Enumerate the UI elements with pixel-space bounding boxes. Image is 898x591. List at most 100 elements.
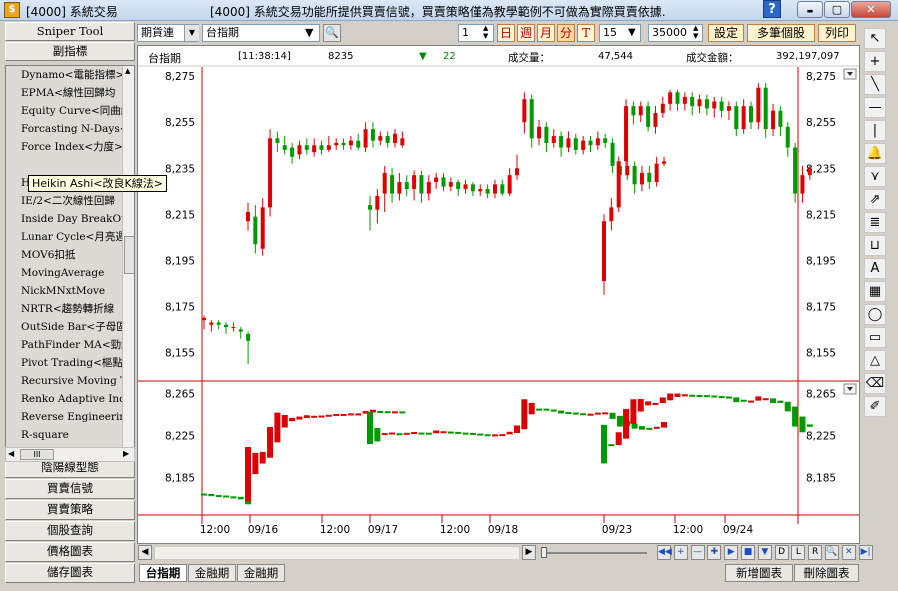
tab-finance-futures[interactable]: 金融期 [188, 564, 236, 582]
r-button[interactable]: R [808, 545, 823, 560]
pointer-tool-icon[interactable]: ↖ [864, 28, 886, 49]
move-icon[interactable]: ✚ [707, 545, 722, 560]
tab-taiex-futures[interactable]: 台指期 [139, 564, 187, 582]
indicator-item[interactable]: IE/2<二次線性回歸 [21, 192, 123, 210]
month-button[interactable]: 月 [537, 24, 555, 42]
indicator-hscroll[interactable]: ◀ III ▶ [5, 447, 135, 462]
crosshair-tool-icon[interactable]: + [864, 51, 886, 72]
chart-canvas[interactable]: 8,275 8,2758,255 8,2558,235 8,2358,215 8,215… [138, 46, 859, 543]
fan-tool-icon[interactable]: ⋎ [864, 166, 886, 187]
indicator-item[interactable]: Reverse Engineering [21, 408, 123, 426]
play-icon[interactable]: ▶ [724, 545, 739, 560]
help-button[interactable]: ? [763, 0, 781, 18]
settings-button[interactable]: 設定 [708, 24, 744, 42]
symbol-select[interactable]: 台指期 ▼ [202, 24, 320, 42]
search-button[interactable]: 🔍 [323, 24, 341, 42]
sniper-tool-button[interactable]: Sniper Tool [5, 22, 135, 41]
heikin-ashi-bar [587, 413, 594, 416]
bell-tool-icon[interactable]: 🔔 [864, 143, 886, 164]
zoom-in-icon[interactable]: + [673, 545, 688, 560]
spin-icon: ▲ ▼ [483, 24, 489, 40]
scroll-right-button[interactable]: ▶ [522, 545, 536, 560]
indicator-item[interactable]: Force Index<力度> [21, 138, 123, 156]
period-count-stepper[interactable]: 1 ▲ ▼ [458, 24, 494, 42]
indicator-item[interactable]: Lunar Cycle<月亮週 [21, 228, 123, 246]
indicator-item[interactable]: Forcasting N-Days< [21, 120, 123, 138]
A-tool-icon[interactable]: A [864, 258, 886, 279]
eraser2-tool-icon[interactable]: ✐ [864, 396, 886, 417]
multi-stock-button[interactable]: 多筆個股 [747, 24, 815, 42]
vline-tool-icon[interactable]: | [864, 120, 886, 141]
indicator-item[interactable]: MOV6扣抵 [21, 246, 123, 264]
minimize-button[interactable]: ▬ [797, 1, 823, 18]
minute-button[interactable]: 分 [557, 24, 575, 42]
hscroll-thumb[interactable]: III [20, 449, 54, 460]
last-icon[interactable]: ▶| [858, 545, 873, 560]
week-button[interactable]: 週 [517, 24, 535, 42]
maximize-button[interactable]: ▢ [824, 1, 850, 18]
scroll-right-icon[interactable]: ▶ [123, 449, 129, 458]
indicator-item[interactable]: Pivot Trading<樞點 [21, 354, 123, 372]
indicator-vscroll[interactable]: ▲▼ [122, 66, 134, 461]
price-chart-button[interactable]: 價格圖表 [5, 542, 135, 562]
text-box-tool-icon[interactable]: ≣ [864, 212, 886, 233]
magnify-icon[interactable]: 🔍 [825, 545, 839, 560]
indicator-item[interactable]: PathFinder MA<勁線 [21, 336, 123, 354]
scroll-thumb[interactable] [124, 236, 134, 274]
corner-tool-icon[interactable]: ⊔ [864, 235, 886, 256]
grid-tool-icon[interactable]: ▦ [864, 281, 886, 302]
y-tick-label-left: 8,275 [165, 71, 195, 83]
contract-select[interactable]: 期貨連 ▼ [137, 24, 199, 42]
bars-stepper[interactable]: 35000 ▲ ▼ [648, 24, 703, 42]
arrows-tool-icon[interactable]: ⇗ [864, 189, 886, 210]
sub-indicator-button[interactable]: 副指標 [5, 42, 135, 61]
zoom-out-icon[interactable]: — [690, 545, 705, 560]
scroll-up-icon[interactable]: ▲ [125, 67, 130, 75]
ellipse-tool-icon[interactable]: ◯ [864, 304, 886, 325]
candle-body [704, 99, 709, 109]
close-chart-icon[interactable]: ✕ [841, 545, 856, 560]
indicator-item[interactable]: NickMNxtMove [21, 282, 123, 300]
tab-finance-futures-2[interactable]: 金融期 [237, 564, 285, 582]
rect-tool-icon[interactable]: ▭ [864, 327, 886, 348]
indicator-item[interactable]: OutSide Bar<子母區 [21, 318, 123, 336]
interval-select[interactable]: 15 ▼ [599, 24, 641, 42]
eraser-tool-icon[interactable]: ⌫ [864, 373, 886, 394]
indicator-item[interactable]: Recursive Moving T. [21, 372, 123, 390]
triangle-tool-icon[interactable]: △ [864, 350, 886, 371]
save-chart-button[interactable]: 儲存圖表 [5, 563, 135, 583]
hline-tool-icon[interactable]: — [864, 97, 886, 118]
down-icon[interactable]: ▼ [757, 545, 772, 560]
indicator-item[interactable]: Dynamo<電能指標> [21, 66, 123, 84]
indicator-item[interactable]: MovingAverage [21, 264, 123, 282]
indicator-item[interactable]: Renko Adaptive Indi [21, 390, 123, 408]
first-icon[interactable]: ◀◀ [657, 545, 672, 560]
indicator-list[interactable]: Dynamo<電能指標> EPMA<線性回歸均 Equity Curve<同曲線 Fo… [5, 65, 135, 462]
add-chart-button[interactable]: 新增圖表 [725, 564, 793, 582]
scroll-left-button[interactable]: ◀ [138, 545, 152, 560]
tick-button[interactable]: T [577, 24, 595, 42]
heikin-ashi-bar [550, 409, 557, 412]
indicator-item[interactable]: R-square [21, 426, 123, 444]
close-button[interactable]: ✕ [851, 1, 891, 18]
print-button[interactable]: 列印 [818, 24, 856, 42]
stop-icon[interactable]: ■ [741, 545, 755, 560]
trade-signal-button[interactable]: 買賣信號 [5, 479, 135, 499]
d-button[interactable]: D [774, 545, 789, 560]
heikin-ashi-bar [740, 399, 747, 402]
indicator-item[interactable]: EPMA<線性回歸均 [21, 84, 123, 102]
trade-strategy-button[interactable]: 買賣策略 [5, 500, 135, 520]
chart-area[interactable]: 8,275 8,275 8,255 8,255 8,235 8,235 8,215 8,215… [137, 45, 860, 544]
indicator-item[interactable]: NRTR<趨勢轉折線 [21, 300, 123, 318]
indicator-item[interactable]: Equity Curve<同曲線 [21, 102, 123, 120]
day-button[interactable]: 日 [497, 24, 515, 42]
scroll-left-icon[interactable]: ◀ [8, 449, 14, 458]
indicator-item[interactable]: Inside Day BreakOut [21, 210, 123, 228]
line-tool-icon[interactable]: ╲ [864, 74, 886, 95]
chart-hscroll[interactable] [154, 546, 520, 560]
stock-query-button[interactable]: 個股查詢 [5, 521, 135, 541]
quote-price: 8235 [328, 51, 354, 62]
l-button[interactable]: L [791, 545, 806, 560]
zoom-slider[interactable] [541, 546, 651, 560]
delete-chart-button[interactable]: 刪除圖表 [794, 564, 859, 582]
